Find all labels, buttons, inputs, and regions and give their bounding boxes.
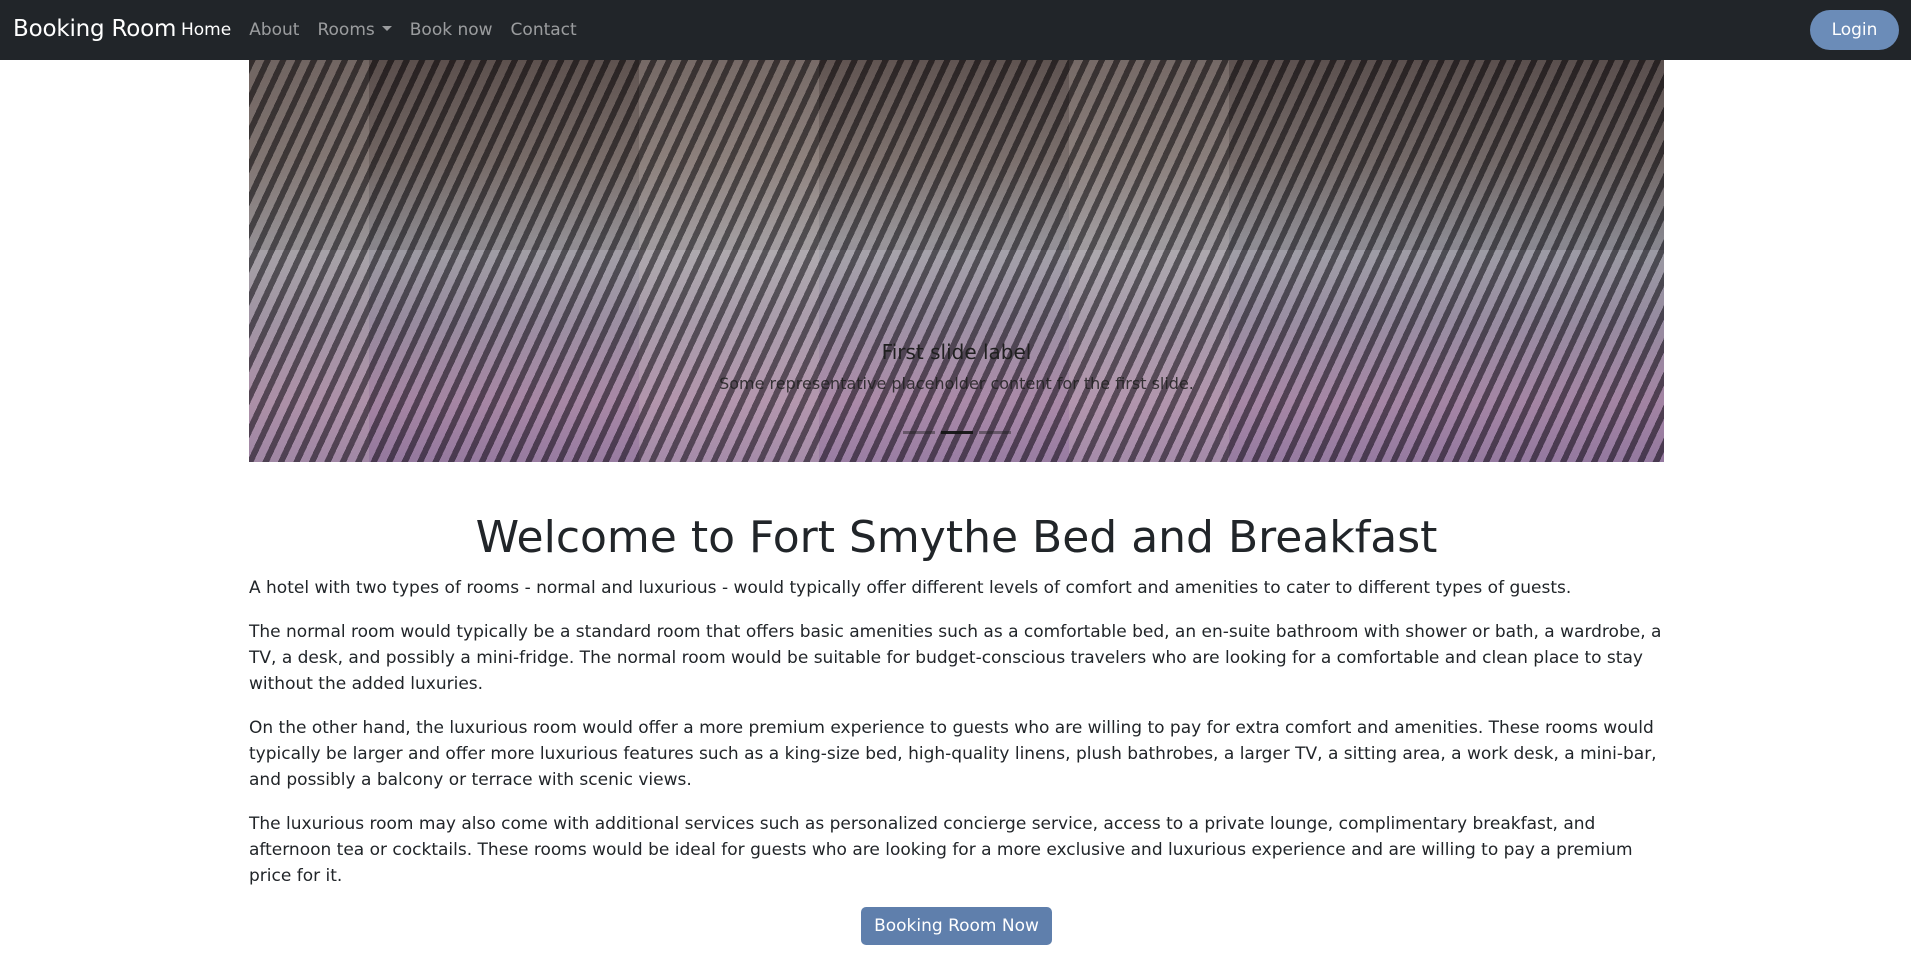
- carousel-indicator-3[interactable]: [978, 431, 1011, 434]
- chevron-down-icon: [381, 25, 392, 31]
- carousel-indicator-1[interactable]: [902, 431, 935, 434]
- carousel-caption-title: First slide label: [881, 340, 1032, 364]
- carousel-indicator-2[interactable]: [940, 431, 973, 434]
- booking-room-now-button[interactable]: Booking Room Now: [861, 907, 1052, 945]
- top-navbar: Booking Room Home About Rooms Book now C…: [0, 0, 1911, 60]
- nav-rooms-label: Rooms: [317, 20, 375, 40]
- cta-wrapper: Booking Room Now: [249, 907, 1664, 945]
- main-content: Welcome to Fort Smythe Bed and Breakfast…: [249, 512, 1664, 945]
- luxurious-room-paragraph: On the other hand, the luxurious room wo…: [249, 718, 1657, 790]
- nav-about[interactable]: About: [249, 20, 299, 40]
- carousel-caption-text: Some representative placeholder content …: [719, 374, 1194, 393]
- nav-home[interactable]: Home: [181, 20, 231, 40]
- brand-logo[interactable]: Booking Room: [13, 16, 176, 42]
- services-paragraph: The luxurious room may also come with ad…: [249, 814, 1633, 886]
- page-title: Welcome to Fort Smythe Bed and Breakfast: [475, 512, 1438, 563]
- hero-carousel[interactable]: First slide label Some representative pl…: [249, 60, 1664, 462]
- intro-paragraph: A hotel with two types of rooms - normal…: [249, 578, 1572, 598]
- carousel-indicators: [249, 431, 1664, 434]
- carousel-overlay: [249, 60, 1664, 462]
- nav-book-now[interactable]: Book now: [410, 20, 493, 40]
- login-button[interactable]: Login: [1810, 10, 1899, 50]
- normal-room-paragraph: The normal room would typically be a sta…: [249, 622, 1662, 694]
- nav-rooms-dropdown[interactable]: Rooms: [317, 20, 392, 40]
- nav-contact[interactable]: Contact: [511, 20, 577, 40]
- nav-links: Home About Rooms Book now Contact: [181, 20, 577, 40]
- carousel-caption: First slide label Some representative pl…: [249, 340, 1664, 393]
